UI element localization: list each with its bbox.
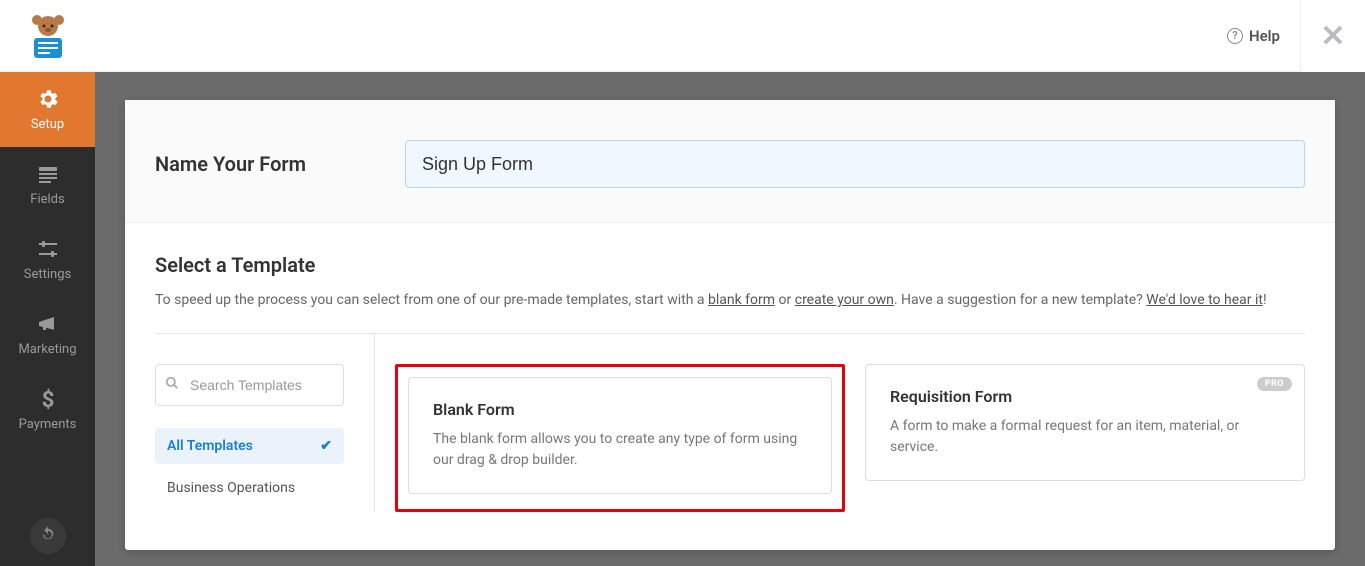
undo-button[interactable] [30,518,66,554]
topbar-right: ? Help [1227,27,1300,45]
app-logo[interactable] [0,0,95,72]
search-templates-input[interactable] [155,364,344,406]
topbar: ? Help [0,0,1300,72]
nav-setup[interactable]: Setup [0,72,95,147]
form-name-label: Name Your Form [155,152,365,176]
nav-label: Fields [30,192,64,207]
form-icon [36,162,60,186]
template-desc: The blank form allows you to create any … [433,429,807,471]
help-label: Help [1249,27,1280,45]
nav-settings[interactable]: Settings [0,222,95,297]
template-description: To speed up the process you can select f… [155,289,1305,311]
template-area: All Templates ✔ Business Operations Blan… [155,333,1305,512]
nav-marketing[interactable]: Marketing [0,297,95,372]
dollar-icon: $ [36,387,60,411]
category-business-operations[interactable]: Business Operations [155,470,344,506]
search-icon [165,376,179,394]
select-template-heading: Select a Template [155,253,1305,277]
undo-icon [39,525,57,548]
nav-label: Payments [19,417,77,432]
create-own-link[interactable]: create your own [795,292,894,308]
nav-payments[interactable]: $ Payments [0,372,95,447]
help-icon: ? [1227,28,1243,44]
nav-footer [0,506,95,566]
search-wrap [155,364,374,406]
desc-text: or [775,292,795,308]
template-blank-form-highlight: Blank Form The blank form allows you to … [395,364,845,512]
nav-label: Marketing [18,342,76,357]
template-title: Blank Form [433,400,807,419]
close-column: ✕ [1300,0,1365,72]
form-name-input[interactable] [405,140,1305,188]
nav-label: Setup [31,117,64,132]
category-label: Business Operations [167,480,295,496]
template-card-requisition-form[interactable]: PRO Requisition Form A form to make a fo… [865,364,1305,481]
card-body: Select a Template To speed up the proces… [125,223,1335,542]
nav-label: Settings [24,267,71,282]
sliders-icon [36,237,60,261]
desc-text: To speed up the process you can select f… [155,292,708,308]
wpforms-logo-icon [24,12,72,60]
pro-badge: PRO [1257,377,1292,391]
category-label: All Templates [167,438,253,454]
svg-text:$: $ [41,388,54,411]
template-card-blank-form[interactable]: Blank Form The blank form allows you to … [408,377,832,494]
blank-form-link[interactable]: blank form [708,292,775,308]
template-title: Requisition Form [890,387,1280,406]
desc-text: ! [1263,292,1267,308]
template-card-wrap: PRO Requisition Form A form to make a fo… [865,364,1305,512]
card-header: Name Your Form [125,100,1335,223]
help-link[interactable]: ? Help [1227,27,1280,45]
check-icon: ✔ [320,438,332,454]
template-sidebar: All Templates ✔ Business Operations [155,334,375,512]
template-grid: Blank Form The blank form allows you to … [375,334,1305,512]
close-icon[interactable]: ✕ [1320,19,1345,54]
desc-text: . Have a suggestion for a new template? [894,292,1146,308]
setup-card: Name Your Form Select a Template To spee… [125,100,1335,550]
feedback-link[interactable]: We'd love to hear it [1146,292,1263,308]
bullhorn-icon [36,312,60,336]
template-desc: A form to make a formal request for an i… [890,416,1280,458]
gear-icon [36,87,60,111]
nav-fields[interactable]: Fields [0,147,95,222]
category-all-templates[interactable]: All Templates ✔ [155,428,344,464]
sidenav: Setup Fields Settings Marketing $ Paymen… [0,72,95,566]
